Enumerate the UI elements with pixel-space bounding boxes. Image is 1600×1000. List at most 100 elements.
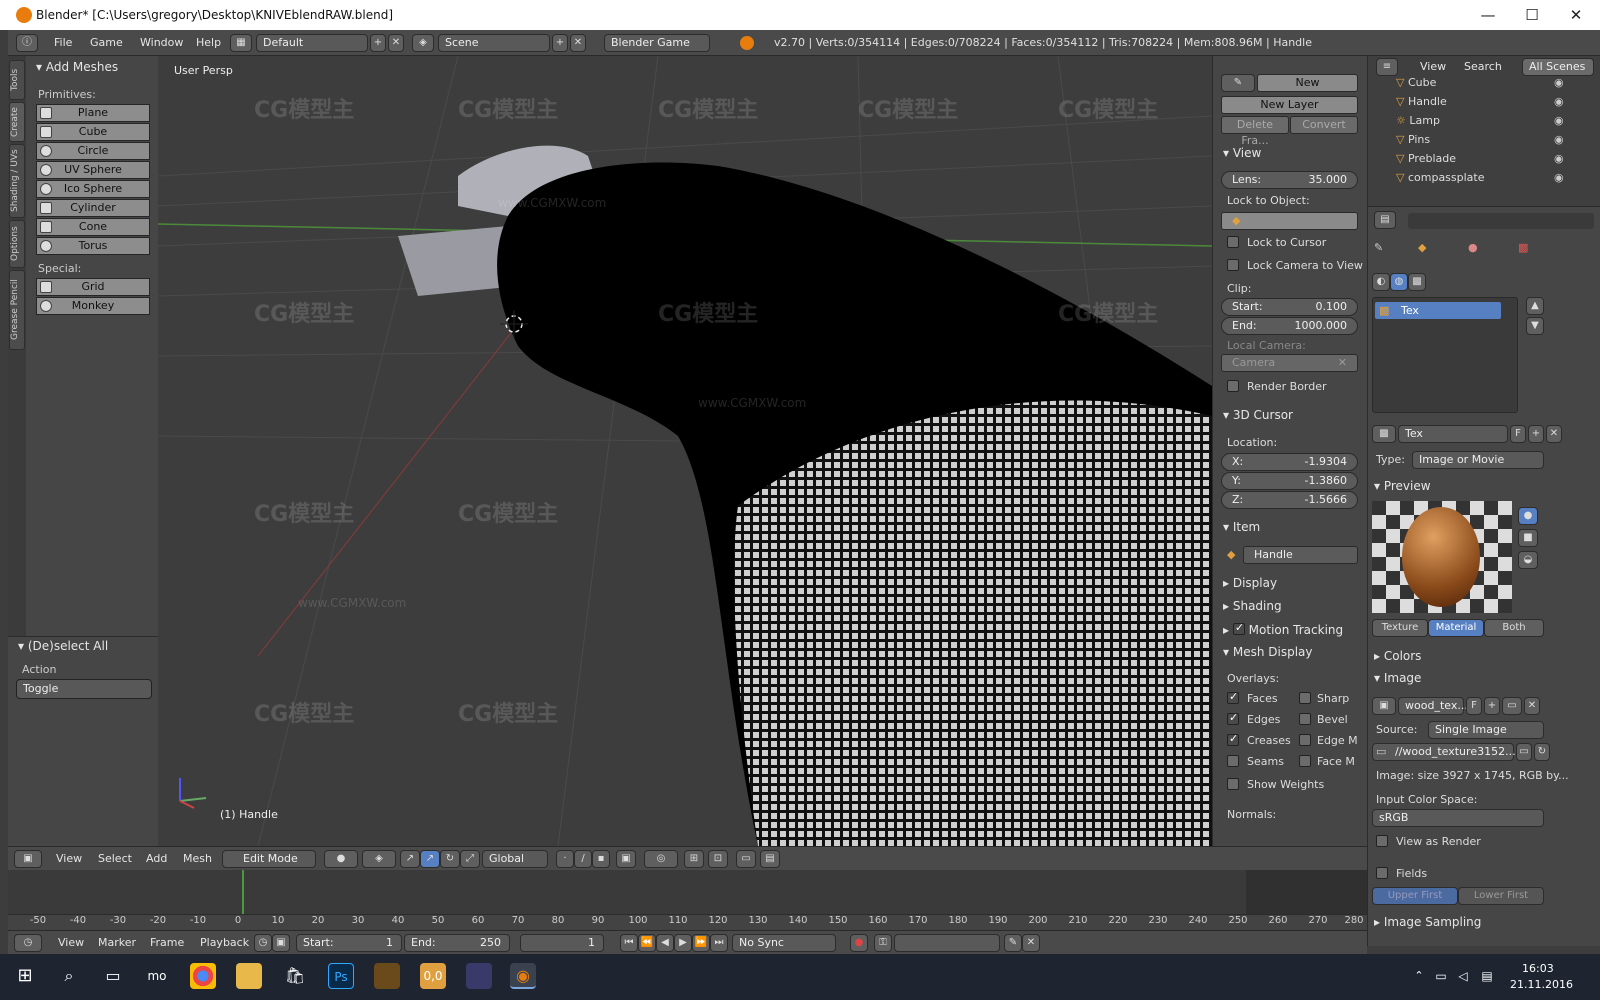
menu-playback[interactable]: Playback [200, 936, 249, 949]
preview-cube-icon[interactable]: ■ [1518, 529, 1538, 547]
sync-dropdown[interactable]: No Sync [732, 934, 836, 952]
browse-file-icon[interactable]: ▭ [1516, 743, 1532, 761]
motion-tracking-checkbox[interactable] [1232, 621, 1245, 635]
add-plane-button[interactable]: Plane [36, 104, 150, 122]
face-marks-checkbox[interactable] [1299, 755, 1311, 767]
menu-game[interactable]: Game [90, 36, 123, 49]
play-icon[interactable]: ▶ [674, 934, 692, 952]
add-cone-button[interactable]: Cone [36, 218, 150, 236]
insert-keyframe-icon[interactable]: ✎ [1004, 934, 1022, 952]
outliner-menu-view[interactable]: View [1420, 60, 1446, 73]
visibility-eye-icon[interactable]: ◉ [1554, 152, 1564, 165]
menu-select[interactable]: Select [98, 852, 132, 865]
motion-tracking-panel-header[interactable]: ▸ Motion Tracking [1223, 621, 1343, 637]
opengl-render-icon[interactable]: ▤ [760, 850, 780, 868]
occlude-geometry-icon[interactable]: ▣ [616, 850, 636, 868]
preview-panel-header[interactable]: ▾ Preview [1374, 479, 1431, 493]
close-button[interactable]: ✕ [1554, 3, 1598, 27]
notifications-icon[interactable]: ▤ [1474, 963, 1500, 989]
unlink-texture-button[interactable]: ✕ [1546, 425, 1562, 443]
view-panel-header[interactable]: ▾ View [1223, 146, 1261, 160]
action-dropdown[interactable]: Toggle [16, 679, 152, 699]
outliner-row-lamp[interactable]: ☼ Lamp [1396, 114, 1440, 127]
preview-material-tab[interactable]: Material [1428, 619, 1484, 637]
taskbar-date[interactable]: 21.11.2016 [1510, 978, 1573, 991]
store-icon[interactable]: 🛍 [282, 963, 308, 989]
menu-window[interactable]: Window [140, 36, 183, 49]
texture-slot-list[interactable]: ▩ Tex [1372, 297, 1518, 413]
lock-to-cursor-checkbox[interactable] [1227, 236, 1239, 248]
record-icon[interactable]: ● [850, 934, 868, 952]
visibility-eye-icon[interactable]: ◉ [1554, 95, 1564, 108]
local-camera-field[interactable]: Camera ✕ [1221, 354, 1358, 372]
new-image-button[interactable]: + [1484, 697, 1500, 715]
unlink-image-button[interactable]: ✕ [1524, 697, 1540, 715]
lock-range-icon[interactable]: ▣ [272, 934, 290, 952]
blender-taskbar-icon[interactable]: ◉ [510, 963, 536, 989]
image-name-field[interactable]: wood_tex... [1398, 697, 1468, 715]
scene-icon[interactable]: ◈ [412, 34, 434, 52]
add-cylinder-button[interactable]: Cylinder [36, 199, 150, 217]
jump-keyframe-back-icon[interactable]: ⏪ [638, 934, 656, 952]
search-icon[interactable]: ⌕ [56, 963, 82, 989]
image-fake-user-button[interactable]: F [1466, 697, 1482, 715]
scale-manipulator-icon[interactable]: ⤢ [460, 850, 480, 868]
visibility-eye-icon[interactable]: ◉ [1554, 114, 1564, 127]
add-ico-sphere-button[interactable]: Ico Sphere [36, 180, 150, 198]
scene-field[interactable]: Scene [438, 34, 550, 52]
taskbar-app-mo[interactable]: mo [144, 963, 170, 989]
menu-view-timeline[interactable]: View [58, 936, 84, 949]
other-texture-icon[interactable]: ▩ [1408, 273, 1426, 291]
color-space-dropdown[interactable]: sRGB [1372, 809, 1544, 827]
handle-wireframe[interactable] [734, 400, 1212, 846]
outliner-row-compassplate[interactable]: ▽ compassplate [1396, 171, 1485, 184]
faces-checkbox[interactable] [1227, 690, 1239, 704]
open-image-icon[interactable]: ▭ [1502, 697, 1522, 715]
add-cube-button[interactable]: Cube [36, 123, 150, 141]
new-layer-button[interactable]: New Layer [1221, 96, 1358, 114]
cursor-z-field[interactable]: Z: -1.5666 [1221, 491, 1358, 509]
proportional-editing-dropdown[interactable]: ◎ [644, 850, 678, 868]
edges-checkbox[interactable] [1227, 711, 1239, 725]
keying-set-icon[interactable]: ⚿ [874, 934, 892, 952]
outliner-editor-icon[interactable]: ≡ [1376, 58, 1398, 76]
lens-field[interactable]: Lens: 35.000 [1221, 171, 1358, 189]
jump-start-icon[interactable]: ⏮ [620, 934, 638, 952]
viewport-shading-dropdown[interactable]: ● [324, 850, 358, 868]
rotate-manipulator-icon[interactable]: ↻ [440, 850, 460, 868]
translate-manipulator-icon[interactable]: ↗ [420, 850, 440, 868]
add-circle-button[interactable]: Circle [36, 142, 150, 160]
delete-keyframe-icon[interactable]: ✕ [1022, 934, 1040, 952]
layout-field[interactable]: Default [256, 34, 368, 52]
remove-layout-button[interactable]: ✕ [388, 34, 404, 52]
delete-frame-button[interactable]: Delete Fra... [1221, 116, 1289, 147]
move-slot-up-icon[interactable]: ▲ [1526, 297, 1544, 315]
jump-keyframe-forward-icon[interactable]: ⏩ [692, 934, 710, 952]
tab-create[interactable]: Create [9, 102, 25, 142]
timeline-editor-icon[interactable]: ◷ [14, 934, 42, 952]
visibility-eye-icon[interactable]: ◉ [1554, 76, 1564, 89]
current-frame-marker[interactable] [242, 870, 244, 914]
menu-add[interactable]: Add [146, 852, 167, 865]
texture-slot-active[interactable]: ▩ Tex [1375, 302, 1501, 319]
outliner-row-pins[interactable]: ▽ Pins [1396, 133, 1430, 146]
convert-button[interactable]: Convert [1290, 116, 1358, 134]
layout-icon[interactable]: ▦ [230, 34, 252, 52]
source-dropdown[interactable]: Single Image [1428, 721, 1544, 739]
3d-view-editor-icon[interactable]: ▣ [14, 850, 42, 868]
preview-monkey-icon[interactable]: ◒ [1518, 551, 1538, 569]
display-panel-header[interactable]: ▸ Display [1223, 576, 1277, 590]
menu-frame[interactable]: Frame [150, 936, 184, 949]
pivot-point-dropdown[interactable]: ◈ [362, 850, 396, 868]
show-weights-checkbox[interactable] [1227, 778, 1239, 790]
clock-icon[interactable]: ◷ [254, 934, 272, 952]
viewport-scene[interactable] [158, 56, 1212, 846]
texture-browse-icon[interactable]: ▩ [1372, 425, 1396, 443]
image-panel-header[interactable]: ▾ Image [1374, 671, 1421, 685]
reload-image-icon[interactable]: ↻ [1534, 743, 1550, 761]
outliner-row-preblade[interactable]: ▽ Preblade [1396, 152, 1456, 165]
mesh-display-panel-header[interactable]: ▾ Mesh Display [1223, 645, 1312, 659]
add-grid-button[interactable]: Grid [36, 278, 150, 296]
item-name-field[interactable]: Handle [1243, 546, 1358, 564]
outliner-filter-dropdown[interactable]: All Scenes [1522, 58, 1594, 76]
